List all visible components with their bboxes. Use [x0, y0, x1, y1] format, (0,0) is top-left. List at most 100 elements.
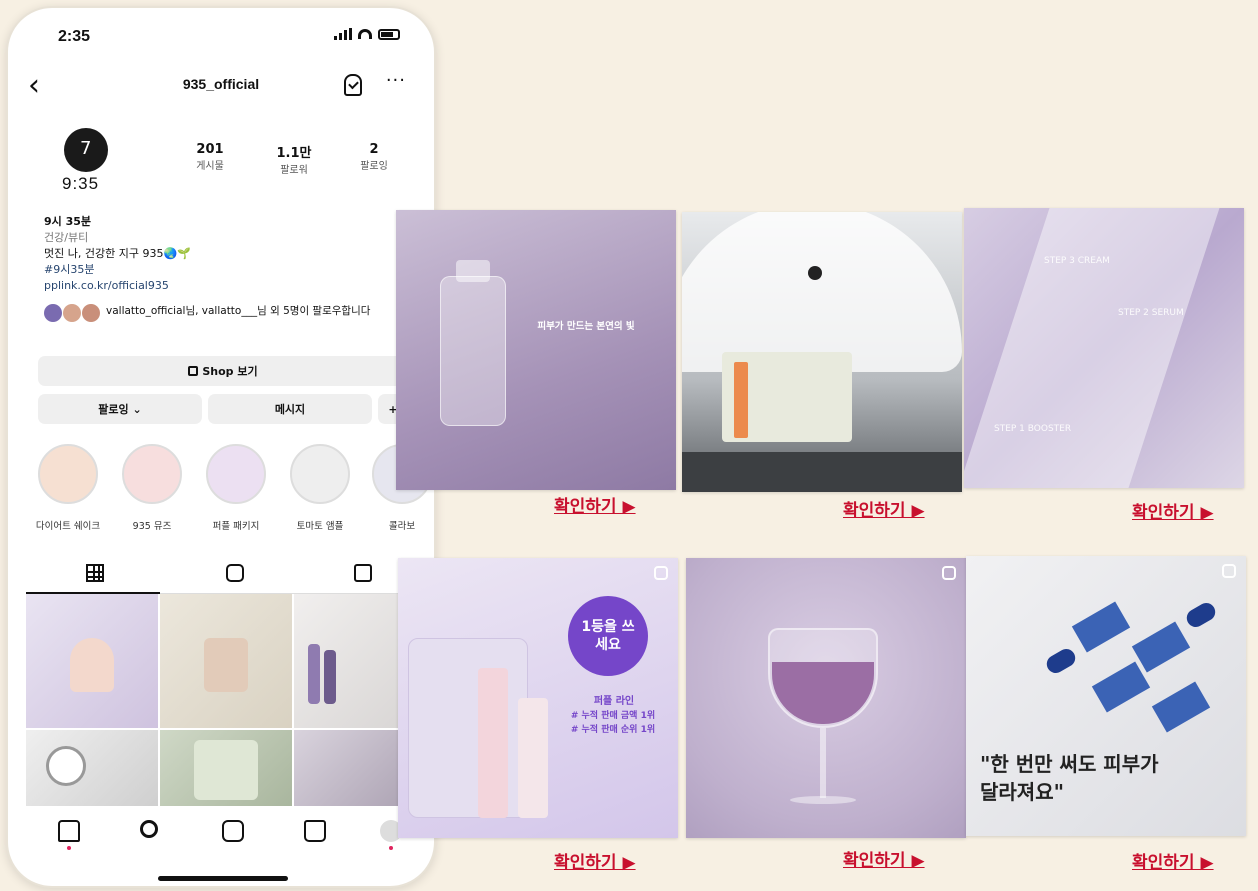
battery-icon [378, 28, 400, 40]
posts-grid [26, 594, 426, 806]
status-time: 2:35 [58, 28, 91, 45]
following-button-label: 팔로잉 ⌄ [98, 403, 142, 416]
highlight-item[interactable]: 토마토 앰플 [286, 444, 354, 532]
following-button[interactable]: 팔로잉 ⌄ [38, 394, 202, 424]
status-icons [334, 28, 400, 40]
wifi-icon [358, 29, 372, 39]
phone-frame: 2:35 ‹ 935_official ··· 9:35 201 게시물 1.1… [6, 6, 436, 888]
bottle-light [518, 698, 548, 818]
promo-tile-2[interactable] [682, 212, 962, 492]
reels-tab-icon[interactable] [226, 564, 244, 582]
bottom-navigation [8, 816, 434, 856]
highlight-label: 콜라보 [388, 521, 416, 532]
search-icon[interactable] [140, 820, 158, 838]
stat-label: 팔로워 [280, 165, 308, 176]
profile-header: ‹ 935_official ··· [8, 68, 434, 108]
message-button[interactable]: 메시지 [208, 394, 372, 424]
product-box [734, 362, 748, 438]
bottle-pink [478, 668, 508, 818]
step-2-label: STEP 2 SERUM [1118, 308, 1184, 318]
highlight-label: 다이어트 쉐이크 [35, 521, 101, 532]
shop-button-label: Shop 보기 [202, 365, 258, 378]
bio-category: 건강/뷰티 [44, 231, 89, 244]
bio-name: 9시 35분 [44, 215, 92, 228]
glass-base [790, 796, 856, 804]
promo-tile-1[interactable]: 피부가 만드는 본연의 빛 [396, 210, 676, 490]
reel-icon [942, 566, 956, 580]
home-active-dot [67, 846, 71, 850]
glass-stem [820, 728, 826, 798]
promo-tile-4[interactable]: 1등을 쓰세요 퍼플 라인 # 누적 판매 금액 1위 # 누적 판매 순위 1… [398, 558, 678, 838]
reel-icon [1222, 564, 1236, 578]
highlight-item[interactable]: 다이어트 쉐이크 [34, 444, 102, 532]
highlight-item[interactable]: 935 뮤즈 [118, 444, 186, 532]
highlight-cover [290, 444, 350, 504]
highlight-cover [206, 444, 266, 504]
highlight-label: 토마토 앰플 [296, 521, 344, 532]
stat-following[interactable]: 2 팔로잉 [344, 142, 404, 172]
profile-active-dot [389, 846, 393, 850]
follower-avatar [82, 304, 100, 322]
post-thumbnail[interactable] [160, 594, 292, 728]
promo-tile-2-cta[interactable]: 확인하기 ▶ [843, 496, 925, 521]
post-thumbnail[interactable] [26, 594, 158, 728]
promo-tile-1-cta[interactable]: 확인하기 ▶ [554, 492, 636, 517]
shop-bag-icon [188, 366, 199, 376]
first-place-badge: 1등을 쓰세요 [568, 596, 648, 676]
promo-tile-5[interactable] [686, 558, 966, 838]
notification-bell-icon[interactable] [344, 74, 362, 96]
grid-tab-icon[interactable] [86, 564, 104, 582]
promo-tile-1-caption: 피부가 만드는 본연의 빛 [537, 321, 635, 332]
blue-ampoule-boxes [1036, 596, 1226, 736]
follower-avatar [63, 304, 81, 322]
reels-icon[interactable] [222, 820, 244, 842]
promo-headline: "한 번만 써도 피부가 달라져요" [980, 752, 1159, 804]
brand-logo [808, 266, 822, 280]
highlight-item[interactable]: 퍼플 패키지 [202, 444, 270, 532]
stat-number: 1.1만 [276, 146, 312, 161]
table-surface [682, 452, 962, 492]
promo-tile-5-cta[interactable]: 확인하기 ▶ [843, 846, 925, 871]
highlight-cover [122, 444, 182, 504]
home-indicator [158, 876, 288, 881]
followed-by[interactable]: vallatto_official님, vallatto___님 외 5명이 팔… [44, 304, 424, 322]
promo-tile-3[interactable]: STEP 3 CREAM STEP 2 SERUM STEP 1 BOOSTER [964, 208, 1244, 488]
post-thumbnail[interactable] [160, 730, 292, 806]
tagged-tab-icon[interactable] [354, 564, 372, 582]
bio-hashtag[interactable]: #9시35분 [44, 262, 424, 278]
more-options-icon[interactable]: ··· [386, 70, 406, 91]
stat-number: 2 [369, 142, 379, 157]
sales-rank-2: # 누적 판매 순위 1위 [570, 725, 656, 735]
highlight-label: 퍼플 패키지 [212, 521, 260, 532]
profile-tabs [26, 560, 426, 594]
bio-link[interactable]: pplink.co.kr/official935 [44, 278, 424, 294]
message-button-label: 메시지 [274, 403, 306, 416]
bottle-cap [456, 260, 490, 282]
highlight-cover [38, 444, 98, 504]
umbrella [682, 212, 962, 372]
stat-label: 팔로잉 [360, 161, 388, 172]
promo-tile-6-cta[interactable]: 확인하기 ▶ [1132, 848, 1214, 873]
stat-followers[interactable]: 1.1만 팔로워 [264, 142, 324, 176]
promo-tile-3-cta[interactable]: 확인하기 ▶ [1132, 498, 1214, 523]
purple-line-label: 퍼플 라인 [593, 696, 635, 707]
shop-icon[interactable] [304, 820, 326, 842]
profile-username: 935_official [182, 76, 260, 92]
reel-icon [654, 566, 668, 580]
bio-text: 멋진 나, 건강한 지구 935🌏🌱 [44, 247, 191, 260]
profile-avatar[interactable] [64, 128, 108, 172]
followed-by-text: vallatto_official님, vallatto___님 외 5명이 팔… [106, 305, 371, 317]
follower-avatar [44, 304, 62, 322]
promo-tile-6[interactable]: "한 번만 써도 피부가 달라져요" [966, 556, 1246, 836]
shop-button[interactable]: Shop 보기 [38, 356, 408, 386]
promo-tile-4-cta[interactable]: 확인하기 ▶ [554, 848, 636, 873]
home-icon[interactable] [58, 820, 80, 842]
package-box [408, 638, 528, 818]
stat-number: 201 [196, 142, 224, 157]
stat-posts[interactable]: 201 게시물 [180, 142, 240, 172]
signal-icon [334, 28, 352, 40]
highlight-label: 935 뮤즈 [132, 521, 172, 532]
post-thumbnail[interactable] [26, 730, 158, 806]
serum-bottle [440, 276, 506, 426]
profile-bio: 9시 35분 건강/뷰티 멋진 나, 건강한 지구 935🌏🌱 #9시35분 p… [44, 214, 424, 294]
